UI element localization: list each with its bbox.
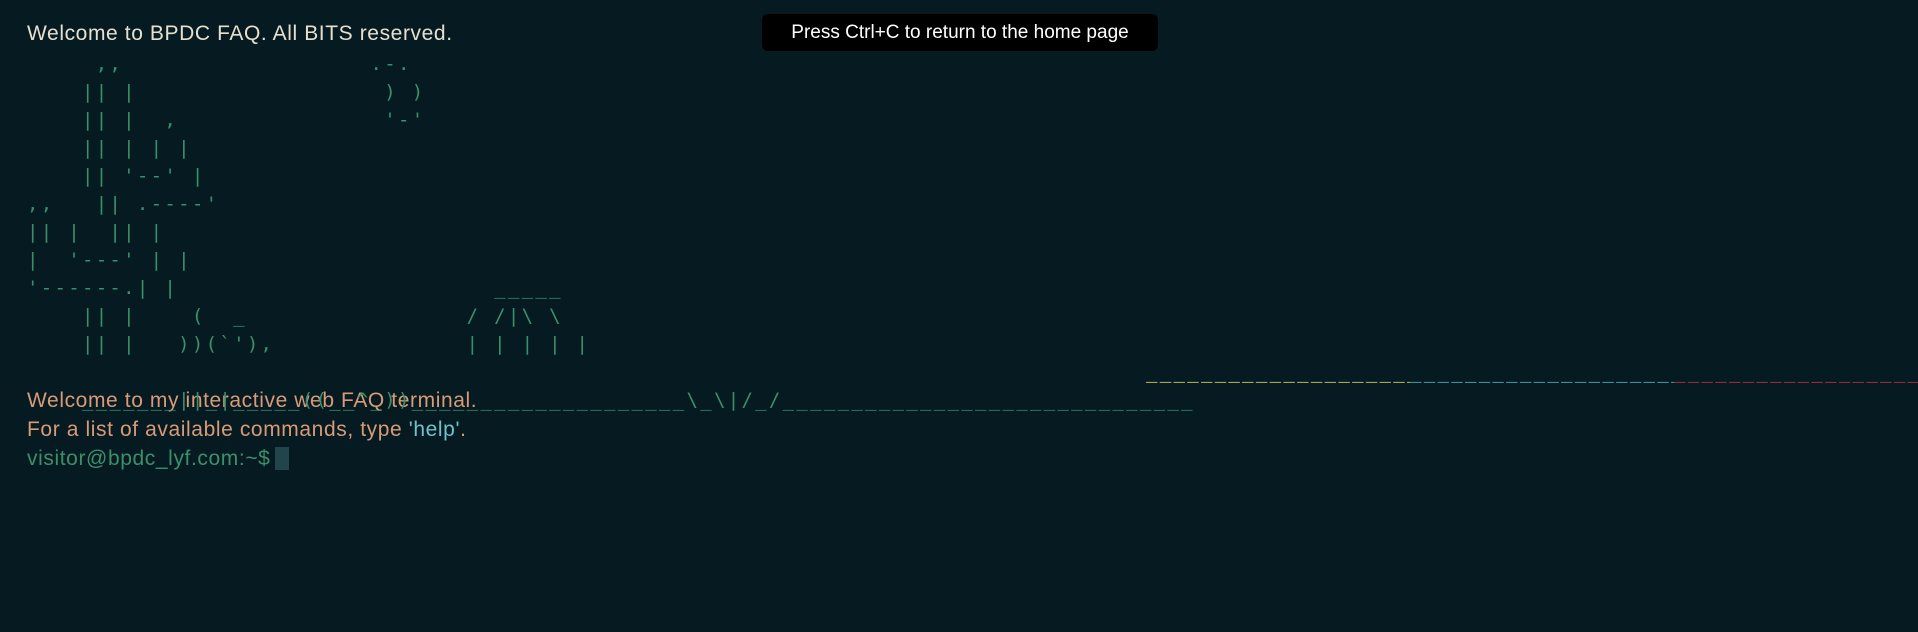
dash-strip-yellow: ________________________________________… (1146, 361, 1410, 383)
terminal-window[interactable]: Welcome to BPDC FAQ. All BITS reserved. … (0, 0, 1918, 632)
ascii-art-banner: ,, .-. || | ) ) || | , '-' || | | | || '… (27, 53, 591, 355)
dash-strip-cyan: ________________________________________… (1410, 361, 1674, 383)
ground-line-green: _______||_|_____((__^_))________________… (81, 389, 1195, 411)
help-command-hint: 'help' (408, 418, 461, 441)
command-input[interactable] (289, 447, 291, 470)
dash-strip-red: ________________________________________… (1674, 361, 1918, 383)
terminal-cursor (275, 447, 290, 470)
help-hint-line: For a list of available commands, type '… (27, 415, 1918, 444)
command-prompt-line[interactable]: visitor@bpdc_lyf.com:~$ (27, 444, 1918, 473)
help-hint-suffix: . (460, 418, 467, 441)
ascii-ground-line: _______||_|_____((__^_))________________… (27, 358, 1918, 411)
ctrl-c-hint-toast: Press Ctrl+C to return to the home page (762, 14, 1158, 51)
help-hint-prefix: For a list of available commands, type (27, 418, 409, 441)
